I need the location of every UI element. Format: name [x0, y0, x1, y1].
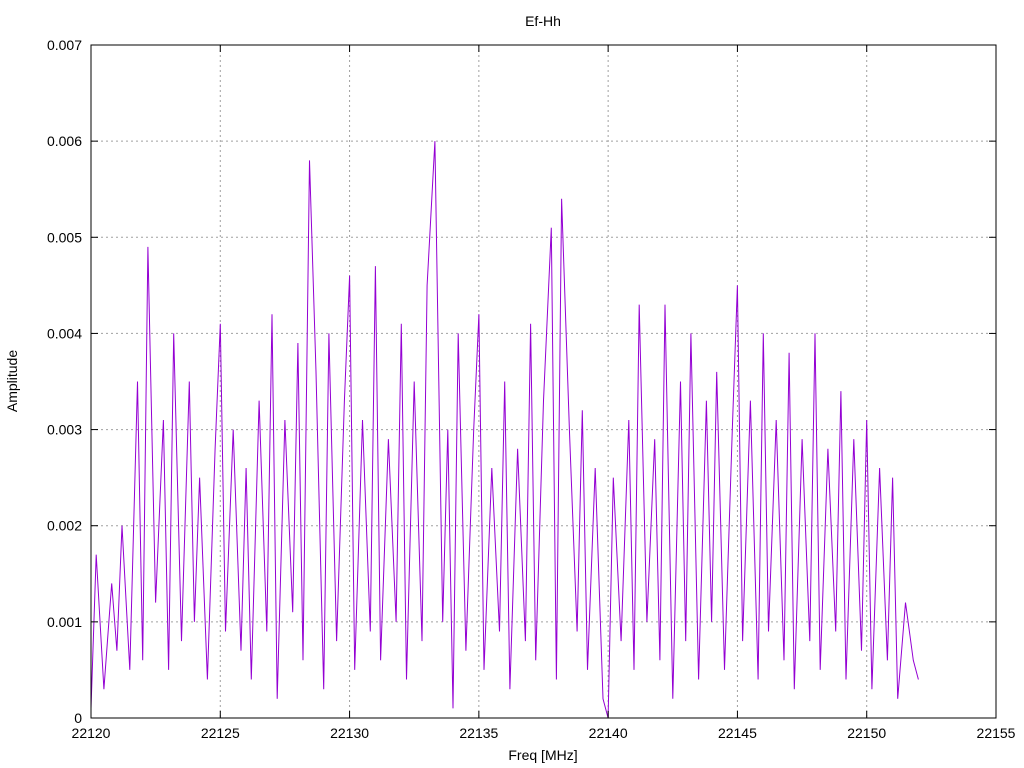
x-axis-title: Freq [MHz] [508, 747, 577, 763]
y-tick-label: 0.003 [47, 422, 82, 438]
chart: 22120 22125 22130 22135 22140 22145 22150 22155… [4, 13, 1016, 763]
x-tick-label: 22155 [977, 725, 1016, 741]
x-tick-label: 22120 [72, 725, 111, 741]
x-tick-label: 22150 [847, 725, 886, 741]
chart-title: Ef-Hh [525, 13, 561, 29]
x-tick-label: 22125 [201, 725, 240, 741]
y-tick-label: 0.005 [47, 229, 82, 245]
y-tick-label: 0.002 [47, 518, 82, 534]
y-tick-label: 0 [74, 710, 82, 726]
y-tick-label: 0.006 [47, 133, 82, 149]
series-group [90, 141, 919, 719]
x-tick-label: 22145 [718, 725, 757, 741]
x-tick-label: 22140 [589, 725, 628, 741]
y-axis-title: Amplitude [4, 350, 20, 412]
series-line [90, 141, 919, 719]
y-tick-label: 0.007 [47, 37, 82, 53]
y-tick-label: 0.004 [47, 325, 82, 341]
y-tick-label: 0.001 [47, 614, 82, 630]
x-tick-label: 22135 [459, 725, 498, 741]
x-tick-label: 22130 [330, 725, 369, 741]
